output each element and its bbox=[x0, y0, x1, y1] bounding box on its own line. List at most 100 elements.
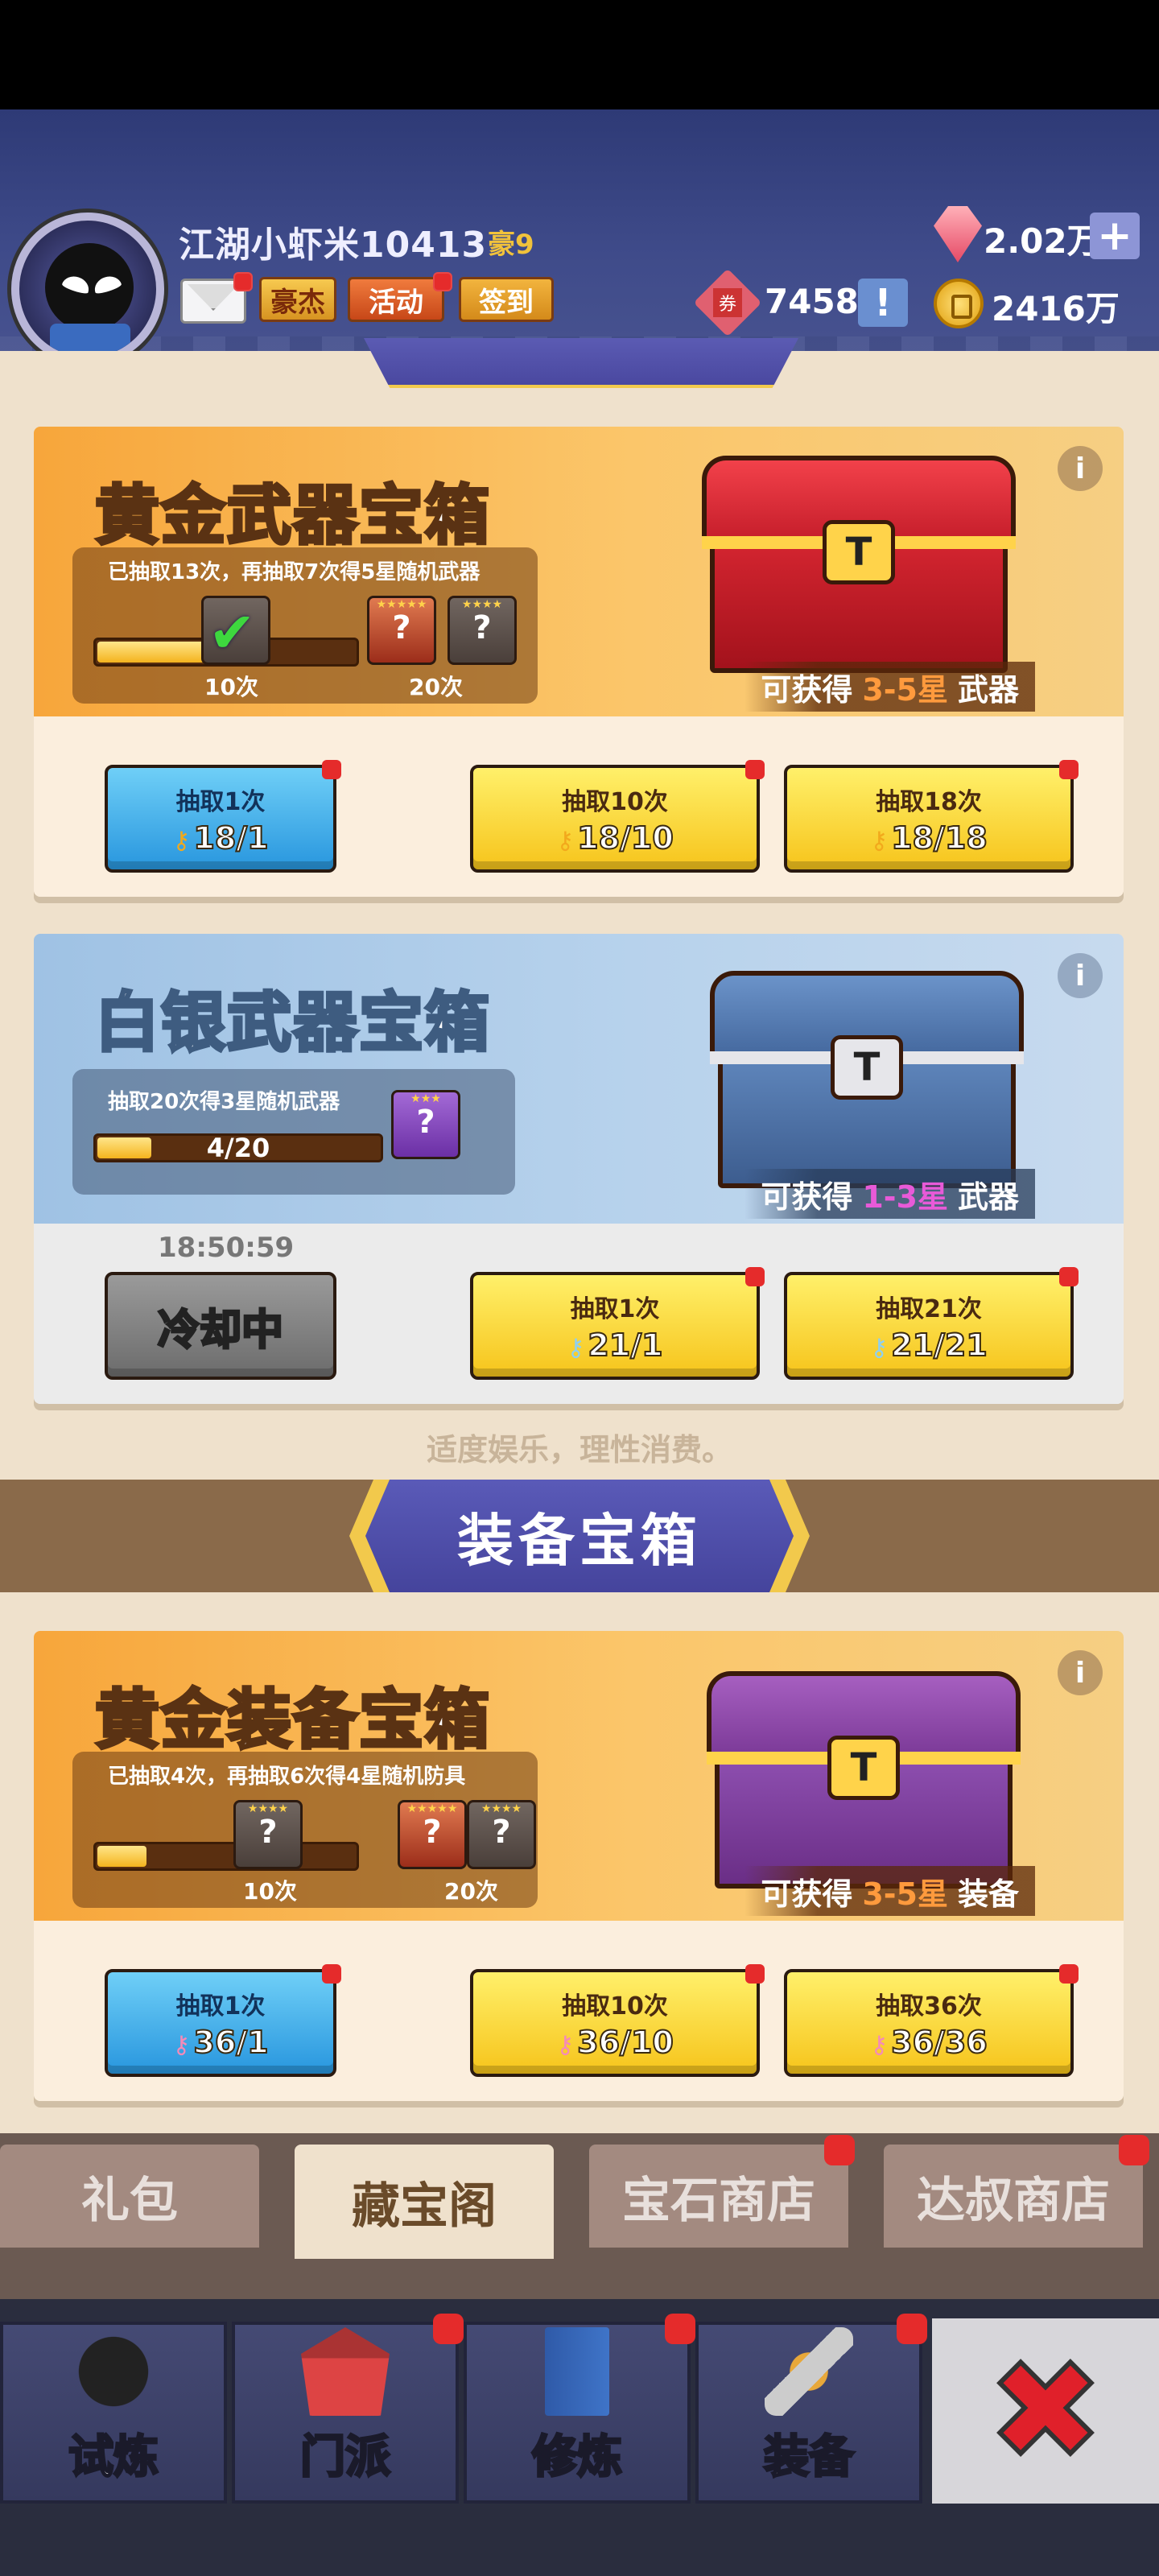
silver-weapon-chest-card: 白银武器宝箱 i 抽取20次得3星随机武器 4/20 ★★★ ? T 可获得 1… bbox=[34, 934, 1124, 1404]
key-icon: ⚷ bbox=[870, 1334, 889, 1362]
hero-button[interactable]: 豪杰 bbox=[259, 277, 336, 322]
button-label: 抽取10次 bbox=[562, 788, 668, 816]
info-button[interactable]: i bbox=[1058, 1650, 1103, 1695]
armor-mystery-icon: ? bbox=[492, 1814, 511, 1851]
red-dot-badge bbox=[1059, 760, 1079, 779]
obtain-label: 可获得 3-5星 武器 bbox=[744, 662, 1035, 712]
draw-1-button[interactable]: 抽取1次 ⚷ 36/1 bbox=[105, 1964, 341, 2077]
draw-1-button[interactable]: 抽取1次 ⚷ 18/1 bbox=[105, 760, 341, 873]
temple-icon bbox=[301, 2327, 390, 2416]
avatar[interactable] bbox=[11, 213, 164, 365]
weapon-mystery-icon: ? bbox=[392, 609, 411, 646]
key-icon: ⚷ bbox=[870, 2031, 889, 2059]
progress-fill bbox=[97, 1846, 146, 1867]
progress-panel: 抽取20次得3星随机武器 4/20 ★★★ ? bbox=[72, 1069, 515, 1195]
activity-button[interactable]: 活动 bbox=[348, 277, 444, 322]
key-icon: ⚷ bbox=[172, 2031, 191, 2059]
progress-text: 已抽取13次，再抽取7次得5星随机武器 bbox=[108, 560, 481, 584]
draw-36-button[interactable]: 抽取36次 ⚷ 36/36 bbox=[784, 1964, 1079, 2077]
nav-label: 试炼 bbox=[68, 2430, 160, 2485]
obtain-stars: 3-5星 bbox=[862, 1876, 948, 1912]
obtain-prefix: 可获得 bbox=[761, 671, 853, 708]
weapon-mystery-icon: ? bbox=[472, 609, 492, 646]
progress-count: 4/20 bbox=[206, 1133, 270, 1163]
draw-1-button[interactable]: 抽取1次 ⚷ 21/1 bbox=[470, 1267, 765, 1380]
key-icon: ⚷ bbox=[567, 1334, 585, 1362]
tab-gem-shop[interactable]: 宝石商店 bbox=[589, 2135, 855, 2248]
red-dot-badge bbox=[745, 1267, 765, 1286]
close-button[interactable]: ✖ bbox=[932, 2318, 1159, 2504]
section-title: 装备宝箱 bbox=[457, 1507, 702, 1574]
button-cost: 36/10 bbox=[576, 2024, 674, 2061]
nav-cultivate[interactable]: 修炼 bbox=[464, 2314, 695, 2504]
key-icon: ⚷ bbox=[556, 827, 575, 855]
milestone-label: 20次 bbox=[409, 674, 463, 700]
info-button[interactable]: i bbox=[1058, 446, 1103, 491]
obtain-prefix: 可获得 bbox=[761, 1876, 853, 1912]
reward-slot-bonus[interactable]: ★★★★ ? bbox=[467, 1800, 536, 1869]
nav-trial[interactable]: 试炼 bbox=[0, 2322, 227, 2504]
milestone-label: 10次 bbox=[243, 1878, 297, 1905]
red-dot-badge bbox=[824, 2135, 855, 2165]
sword-icon bbox=[765, 2327, 853, 2416]
tab-treasure-pavilion[interactable]: 藏宝阁 bbox=[295, 2145, 554, 2259]
gold-equipment-chest-card: 黄金装备宝箱 i 已抽取4次，再抽取6次得4星随机防具 ★★★★ ? ★★★★★… bbox=[34, 1631, 1124, 2101]
reward-slot-20[interactable]: ★★★★★ ? bbox=[398, 1800, 467, 1869]
button-cost: 36/1 bbox=[192, 2024, 269, 2061]
nav-equipment[interactable]: 装备 bbox=[695, 2314, 927, 2504]
activity-badge bbox=[433, 272, 452, 291]
nav-sect[interactable]: 门派 bbox=[232, 2314, 464, 2504]
progress-bar bbox=[93, 1842, 359, 1871]
red-dot-badge bbox=[745, 760, 765, 779]
add-gems-button[interactable]: + bbox=[1090, 212, 1140, 260]
cooldown-button[interactable]: 冷却中 bbox=[105, 1272, 336, 1380]
obtain-suffix: 武器 bbox=[957, 671, 1019, 708]
card-title: 白银武器宝箱 bbox=[93, 984, 491, 1062]
tab-gift-pack[interactable]: 礼包 bbox=[0, 2145, 259, 2248]
red-dot-badge bbox=[1119, 2135, 1149, 2165]
reward-slot-20[interactable]: ★★★★★ ? bbox=[367, 596, 436, 665]
player-name: 江湖小虾米10413 bbox=[179, 225, 488, 266]
tab-uncle-shop[interactable]: 达叔商店 bbox=[884, 2135, 1149, 2248]
reward-slot-20[interactable]: ★★★ ? bbox=[391, 1090, 460, 1159]
red-chest-icon: T bbox=[702, 456, 1016, 673]
tab-label: 宝石商店 bbox=[622, 2172, 815, 2229]
reward-slot-10[interactable]: ✔ bbox=[201, 596, 270, 666]
reward-slot-10[interactable]: ★★★★ ? bbox=[233, 1800, 303, 1869]
disclaimer-text: 适度娱乐，理性消费。 bbox=[426, 1432, 732, 1468]
draw-10-button[interactable]: 抽取10次 ⚷ 36/10 bbox=[470, 1964, 765, 2077]
button-label: 抽取21次 bbox=[876, 1295, 982, 1323]
armor-mystery-icon: ? bbox=[423, 1814, 442, 1851]
button-label: 抽取36次 bbox=[876, 1992, 982, 2021]
ninja-head-icon bbox=[45, 243, 134, 332]
card-title: 黄金武器宝箱 bbox=[93, 477, 491, 555]
info-button[interactable]: i bbox=[1058, 953, 1103, 998]
draw-18-button[interactable]: 抽取18次 ⚷ 18/18 bbox=[784, 760, 1079, 873]
obtain-prefix: 可获得 bbox=[761, 1179, 853, 1215]
reward-slot-bonus[interactable]: ★★★★ ? bbox=[448, 596, 517, 665]
close-icon: ✖ bbox=[986, 2331, 1105, 2491]
progress-panel: 已抽取4次，再抽取6次得4星随机防具 ★★★★ ? ★★★★★ ? ★★★★ ?… bbox=[72, 1752, 538, 1908]
draw-10-button[interactable]: 抽取10次 ⚷ 18/10 bbox=[470, 760, 765, 873]
button-cost: 21/1 bbox=[587, 1327, 663, 1364]
obtain-label: 可获得 3-5星 装备 bbox=[744, 1866, 1035, 1916]
gold-weapon-chest-card: 黄金武器宝箱 i 已抽取13次，再抽取7次得5星随机武器 ✔ ★★★★★ ? ★… bbox=[34, 427, 1124, 897]
nav-label: 修炼 bbox=[531, 2430, 624, 2485]
ticket-info-button[interactable]: ! bbox=[858, 279, 908, 327]
armor-mystery-icon: ? bbox=[258, 1814, 278, 1851]
milestone-label: 20次 bbox=[444, 1878, 498, 1905]
button-cost: 18/10 bbox=[576, 819, 674, 857]
button-label: 抽取18次 bbox=[876, 788, 982, 816]
silver-chest-icon: T bbox=[710, 971, 1024, 1188]
button-label: 抽取1次 bbox=[175, 788, 266, 816]
signin-button[interactable]: 签到 bbox=[459, 277, 554, 322]
red-dot-badge bbox=[322, 1964, 341, 1984]
key-icon: ⚷ bbox=[172, 827, 191, 855]
button-label: 冷却中 bbox=[156, 1305, 284, 1356]
red-dot-badge bbox=[665, 2314, 695, 2344]
progress-text: 已抽取4次，再抽取6次得4星随机防具 bbox=[108, 1765, 466, 1789]
ticket-glyph: 券 bbox=[713, 288, 742, 317]
button-cost: 18/18 bbox=[890, 819, 988, 857]
red-dot-badge bbox=[745, 1964, 765, 1984]
draw-21-button[interactable]: 抽取21次 ⚷ 21/21 bbox=[784, 1267, 1079, 1380]
